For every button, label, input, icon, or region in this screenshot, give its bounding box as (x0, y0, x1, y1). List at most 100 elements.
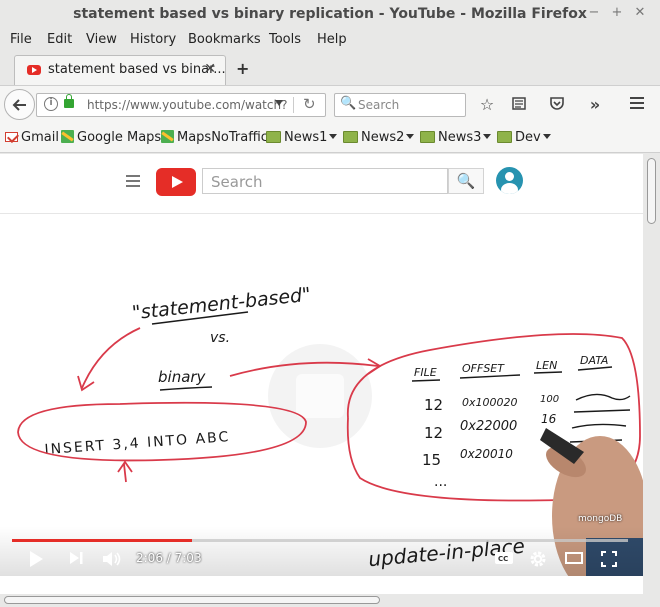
url-dropdown-icon[interactable] (275, 100, 283, 106)
tab-youtube[interactable]: statement based vs binar... ✕ (14, 55, 226, 85)
bookmark-gmail[interactable]: Gmail (5, 130, 59, 145)
maximize-button[interactable]: + (609, 5, 625, 20)
menu-history[interactable]: History (130, 32, 176, 47)
vertical-scrollbar-thumb[interactable] (647, 158, 656, 224)
site-info-icon[interactable]: i (44, 97, 58, 111)
reading-list-icon[interactable] (510, 95, 528, 115)
youtube-favicon-icon (27, 65, 41, 75)
navigation-toolbar: i https://www.youtube.com/watch? ↻ 🔍 Sea… (0, 85, 660, 123)
bookmark-label: Google Maps (77, 130, 162, 145)
avatar[interactable] (496, 167, 523, 194)
back-arrow-icon (12, 99, 26, 111)
svg-text:CC: CC (498, 555, 508, 563)
wb-row2-len: 16 (541, 412, 557, 426)
bookmark-label: Gmail (21, 130, 59, 145)
video-player[interactable]: "statement-based" vs. binary INSERT 3,4 … (0, 216, 643, 576)
fullscreen-icon[interactable] (600, 550, 618, 572)
url-separator (293, 97, 294, 113)
pocket-icon[interactable] (548, 95, 566, 115)
bookmark-folder-news3[interactable]: News3 (420, 130, 492, 145)
minimize-button[interactable]: − (586, 5, 602, 20)
youtube-search-button[interactable]: 🔍 (448, 168, 484, 194)
window-title: statement based vs binary replication - … (73, 6, 587, 22)
reload-icon[interactable]: ↻ (303, 95, 316, 113)
browser-search-box[interactable]: 🔍 Search (334, 93, 466, 117)
chevron-down-icon (406, 134, 415, 139)
current-time: 2:06 (136, 551, 163, 565)
bookmark-label: News2 (361, 130, 405, 145)
folder-icon (497, 131, 512, 143)
hamburger-menu-icon[interactable] (628, 95, 646, 115)
settings-gear-icon[interactable] (529, 550, 547, 572)
maps-icon (161, 130, 174, 143)
volume-icon[interactable] (102, 550, 122, 572)
menu-bar: File Edit View History Bookmarks Tools H… (0, 29, 660, 51)
title-bar: statement based vs binary replication - … (0, 0, 660, 29)
bookmark-folder-news2[interactable]: News2 (343, 130, 415, 145)
bookmarks-toolbar: Gmail Google Maps MapsNoTraffic News1 Ne… (0, 123, 660, 153)
overflow-chevron-icon[interactable]: » (586, 95, 604, 114)
wb-vs: vs. (210, 330, 230, 346)
tab-close-icon[interactable]: ✕ (204, 61, 216, 77)
menu-edit[interactable]: Edit (47, 32, 72, 47)
wb-title: "statement-based" (131, 284, 312, 325)
wb-row3-offset: 0x20010 (460, 447, 513, 461)
whiteboard-drawing: "statement-based" vs. binary INSERT 3,4 … (17, 284, 643, 576)
menu-tools[interactable]: Tools (269, 32, 301, 47)
youtube-search-placeholder: Search (211, 173, 263, 191)
url-bar[interactable]: i https://www.youtube.com/watch? ↻ (36, 93, 326, 117)
close-window-button[interactable]: ✕ (632, 5, 648, 20)
secure-lock-icon (64, 94, 74, 108)
tab-strip: statement based vs binar... ✕ + (0, 51, 660, 85)
play-icon[interactable] (28, 550, 44, 572)
folder-icon (343, 131, 358, 143)
chevron-down-icon (483, 134, 492, 139)
vertical-scrollbar[interactable] (643, 154, 660, 607)
bookmark-label: News1 (284, 130, 328, 145)
wb-row2-offset: 0x22000 (460, 419, 517, 434)
wb-header-offset: OFFSET (462, 362, 505, 375)
wb-ellipsis: ... (434, 474, 447, 490)
wb-row2-file: 12 (424, 424, 443, 442)
time-separator: / (162, 551, 175, 565)
wb-row1-len: 100 (540, 394, 559, 405)
bookmark-google-maps[interactable]: Google Maps (61, 130, 161, 145)
wb-header-data: DATA (580, 354, 608, 367)
new-tab-button[interactable]: + (236, 59, 249, 78)
youtube-logo[interactable] (156, 168, 196, 196)
firefox-window: statement based vs binary replication - … (0, 0, 660, 607)
menu-file[interactable]: File (10, 32, 32, 47)
wb-header-len: LEN (536, 359, 557, 372)
youtube-header: Search 🔍 (0, 154, 643, 214)
bookmark-folder-dev[interactable]: Dev (497, 130, 551, 145)
captions-icon[interactable]: CC (494, 550, 514, 570)
tab-label: statement based vs binar... (48, 62, 226, 77)
back-button[interactable] (4, 89, 35, 120)
video-time: 2:06 / 7:03 (136, 551, 202, 565)
wb-statement: INSERT 3,4 INTO ABC (44, 429, 231, 458)
horizontal-scrollbar[interactable] (0, 594, 643, 607)
menu-bookmarks[interactable]: Bookmarks (188, 32, 261, 47)
bookmark-mapsnotraffic[interactable]: MapsNoTraffic (161, 130, 268, 145)
gmail-icon (5, 132, 18, 142)
wb-header-file: FILE (414, 366, 437, 379)
video-progress-bar[interactable] (12, 539, 628, 542)
page-content: Search 🔍 "statement-based" vs. binary IN… (0, 154, 643, 594)
menu-help[interactable]: Help (317, 32, 347, 47)
chevron-down-icon (329, 134, 338, 139)
theater-mode-icon[interactable] (564, 550, 584, 570)
youtube-search-input[interactable]: Search (202, 168, 448, 194)
horizontal-scrollbar-thumb[interactable] (4, 596, 380, 604)
next-video-icon[interactable] (68, 550, 84, 570)
url-text[interactable]: https://www.youtube.com/watch? (87, 98, 287, 112)
bookmark-folder-news1[interactable]: News1 (266, 130, 338, 145)
duration: 7:03 (174, 551, 202, 565)
bookmark-label: MapsNoTraffic (177, 130, 268, 145)
bookmark-star-icon[interactable]: ☆ (478, 95, 496, 114)
search-icon: 🔍 (456, 172, 476, 190)
menu-view[interactable]: View (86, 32, 117, 47)
search-engine-icon[interactable]: 🔍 (340, 96, 356, 111)
youtube-guide-menu-icon[interactable] (126, 175, 140, 190)
bookmark-label: Dev (515, 130, 541, 145)
folder-icon (266, 131, 281, 143)
